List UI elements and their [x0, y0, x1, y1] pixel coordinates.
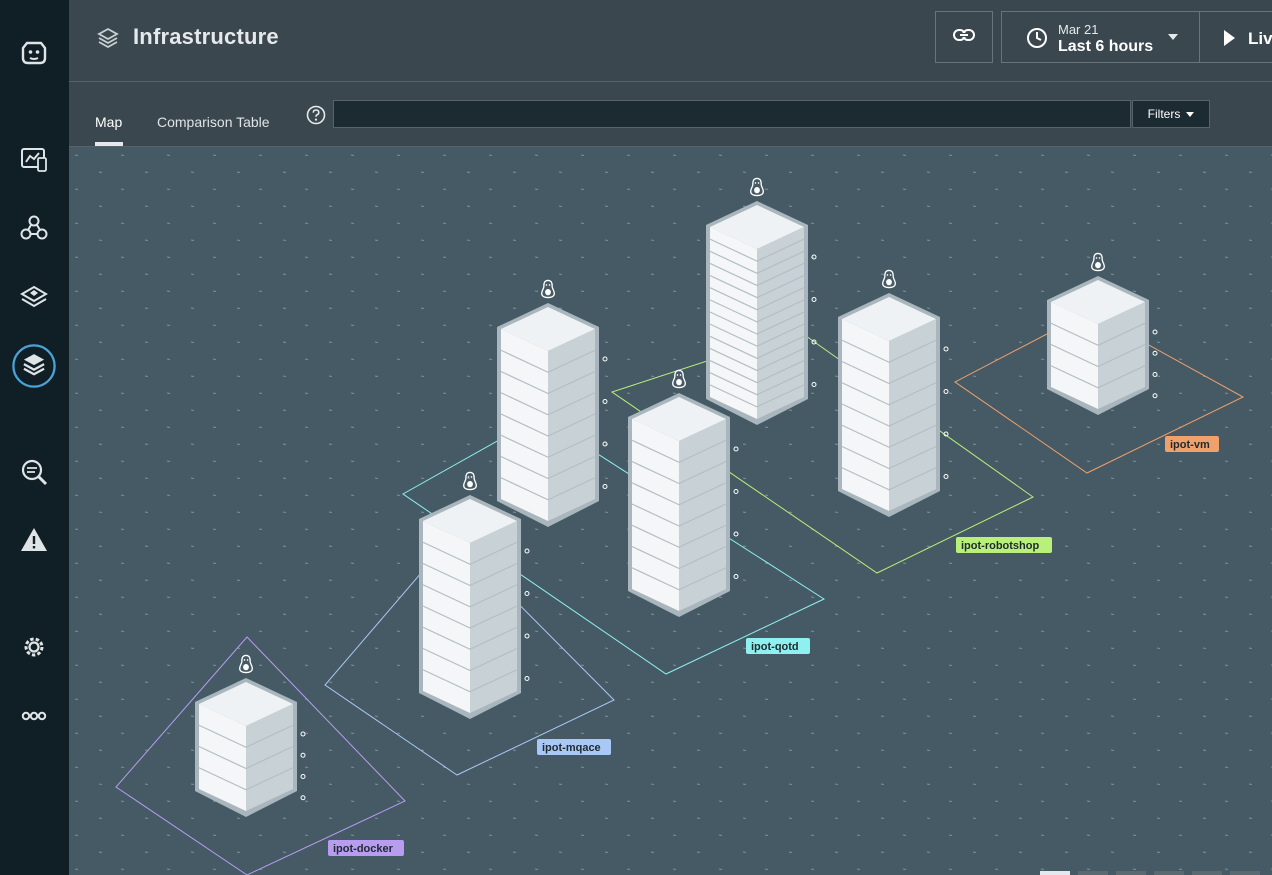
play-icon: [1224, 30, 1235, 46]
zone-label[interactable]: ipot-qotd: [751, 641, 799, 653]
time-range: Last 6 hours: [1058, 38, 1154, 55]
pagination-indicator: [1040, 871, 1272, 875]
header-bar: Infrastructure Mar 21 Last 6 hours Live: [69, 0, 1272, 82]
alerts-icon[interactable]: [12, 518, 56, 562]
infrastructure-icon[interactable]: [12, 344, 56, 388]
live-label: Live: [1248, 29, 1272, 48]
chevron-down-icon: [1186, 111, 1195, 117]
page-title: Infrastructure: [133, 24, 279, 49]
infrastructure-map[interactable]: ipot-docker ipot-mqace ipot-qotd ipot-robot…: [69, 147, 1272, 875]
tab-comparison-table[interactable]: Comparison Table: [157, 114, 270, 130]
page-dot: [1230, 871, 1260, 875]
analytics-icon[interactable]: [12, 450, 56, 494]
app-logo-icon[interactable]: [12, 30, 56, 74]
page-dot: [1192, 871, 1222, 875]
live-button[interactable]: Live: [1199, 11, 1272, 63]
page-dot: [1040, 871, 1070, 875]
platforms-icon[interactable]: [12, 275, 56, 319]
time-picker-button[interactable]: Mar 21 Last 6 hours: [1001, 11, 1201, 63]
zone-label[interactable]: ipot-vm: [1170, 439, 1210, 451]
settings-icon[interactable]: [12, 625, 56, 669]
chevron-down-icon: [1168, 34, 1178, 40]
sidebar-nav: [0, 0, 69, 875]
filters-button[interactable]: Filters: [1132, 100, 1210, 128]
help-icon[interactable]: [306, 105, 326, 130]
search-input[interactable]: [333, 100, 1131, 128]
filters-label: Filters: [1147, 107, 1181, 121]
page-dot: [1078, 871, 1108, 875]
monitoring-icon[interactable]: [12, 137, 56, 181]
zone-label[interactable]: ipot-mqace: [542, 742, 601, 754]
layers-icon: [96, 26, 120, 55]
view-toolbar: Map Comparison Table Filters: [69, 82, 1272, 147]
zone-label[interactable]: ipot-docker: [333, 843, 394, 855]
page-dot: [1154, 871, 1184, 875]
services-icon[interactable]: [12, 206, 56, 250]
link-icon: [952, 27, 976, 48]
page-dot: [1116, 871, 1146, 875]
zone-label[interactable]: ipot-robotshop: [961, 540, 1039, 552]
more-icon[interactable]: [12, 694, 56, 738]
active-tab-indicator: [95, 142, 123, 146]
time-date: Mar 21: [1058, 22, 1099, 37]
clock-icon: [1026, 27, 1048, 54]
tab-map[interactable]: Map: [95, 114, 122, 130]
copy-link-button[interactable]: [935, 11, 993, 63]
